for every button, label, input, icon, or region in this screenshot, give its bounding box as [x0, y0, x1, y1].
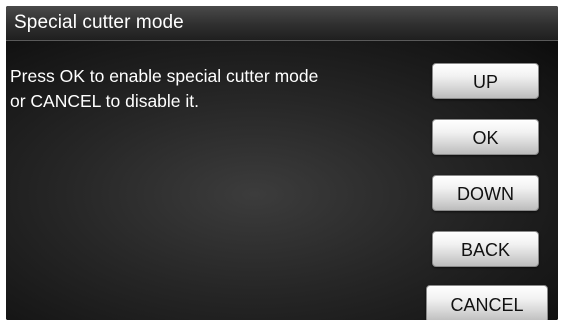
back-button[interactable]: BACK [432, 231, 539, 267]
up-button[interactable]: UP [432, 63, 539, 99]
page-title: Special cutter mode [14, 12, 184, 33]
title-bar: Special cutter mode [6, 6, 558, 41]
ok-button[interactable]: OK [432, 119, 539, 155]
printer-panel-screen: Special cutter mode Press OK to enable s… [6, 6, 558, 320]
instruction-line-2: or CANCEL to disable it. [10, 91, 200, 111]
instruction-line-1: Press OK to enable special cutter mode [10, 66, 319, 86]
cancel-button[interactable]: CANCEL [426, 285, 548, 320]
instruction-message: Press OK to enable special cutter mode o… [10, 64, 410, 114]
down-button[interactable]: DOWN [432, 175, 539, 211]
